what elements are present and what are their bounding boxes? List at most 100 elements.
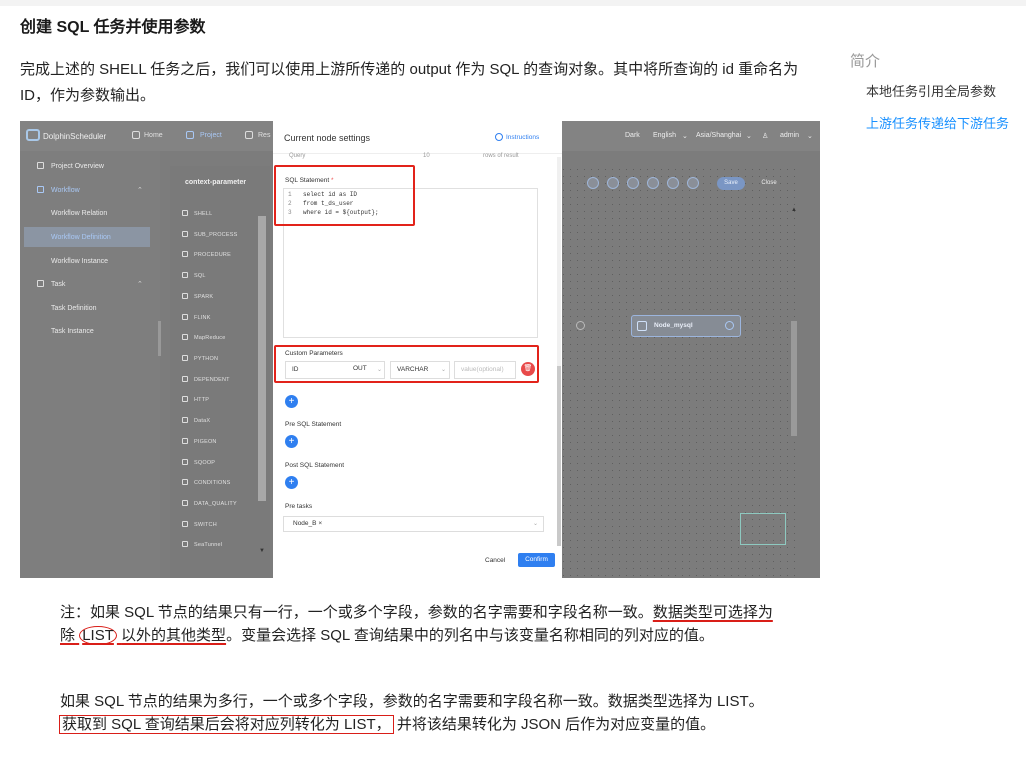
scroll-down-icon[interactable]: ▼ [259, 548, 265, 554]
node-plus-icon[interactable] [576, 321, 585, 330]
drawer-title: Current node settings [284, 133, 371, 143]
top-divider [0, 0, 1026, 6]
chevron-down-icon: ⌄ [533, 521, 539, 527]
query-limit-label: Query [289, 153, 306, 159]
user-menu[interactable]: admin [780, 132, 799, 139]
pre-sql-label: Pre SQL Statement [285, 421, 342, 428]
sidebar-item-workflow[interactable]: Workflow [51, 187, 80, 194]
palette-item-procedure[interactable]: PROCEDURE [194, 252, 231, 258]
save-button[interactable]: Save [717, 177, 745, 190]
palette-item-mapreduce[interactable]: MapReduce [194, 335, 225, 341]
palette-scrollbar[interactable] [258, 216, 266, 501]
nav-resources[interactable]: Res [258, 132, 270, 139]
section-heading: 创建 SQL 任务并使用参数 [20, 19, 206, 36]
note-2-part-a: 如果 SQL 节点的结果为多行，一个或多个字段，参数的名字需要和字段名称一致。数… [60, 693, 764, 710]
canvas-scrollbar[interactable] [791, 321, 797, 436]
workflow-icon [37, 186, 44, 193]
cancel-button[interactable]: Cancel [485, 557, 505, 564]
gear-icon [37, 280, 44, 287]
drawer-scrollbar[interactable] [557, 366, 561, 546]
note-1-part-a: 注：如果 SQL 节点的结果只有一行，一个或多个字段，参数的名字需要和字段名称一… [60, 604, 653, 621]
confirm-button[interactable]: Confirm [518, 553, 555, 567]
fullscreen-icon[interactable] [647, 177, 659, 189]
seatunnel-icon [182, 541, 188, 547]
sidebar-item-task[interactable]: Task [51, 281, 65, 288]
node-plus-icon[interactable] [725, 321, 734, 330]
palette-item-http[interactable]: HTTP [194, 397, 209, 403]
nav-home[interactable]: Home [144, 132, 163, 139]
workflow-name: context-parameter [185, 179, 247, 186]
instructions-link[interactable]: Instructions [506, 134, 539, 141]
palette-item-conditions[interactable]: CONDITIONS [194, 480, 231, 486]
sidebar-item-workflow-instance[interactable]: Workflow Instance [51, 258, 108, 265]
dependent-icon [182, 376, 188, 382]
toc-item-upstream-to-downstream[interactable]: 上游任务传递给下游任务 [866, 113, 1009, 132]
note-2-part-c: 并将该结果转化为 JSON 后作为对应变量的值。 [396, 716, 716, 733]
sidebar-item-task-instance[interactable]: Task Instance [51, 328, 94, 335]
pigeon-icon [182, 438, 188, 444]
palette-item-data-quality[interactable]: DATA_QUALITY [194, 501, 237, 507]
download-icon[interactable] [607, 177, 619, 189]
conditions-icon [182, 479, 188, 485]
sidebar-resize-handle[interactable] [158, 321, 161, 356]
sidebar-item-workflow-definition[interactable]: Workflow Definition [51, 234, 111, 241]
add-post-sql-button[interactable]: + [285, 476, 298, 489]
note-1-circled-list: LIST [79, 626, 117, 645]
toc-title: 简介 [850, 53, 881, 70]
python-icon [182, 355, 188, 361]
dolphinscheduler-screenshot: DolphinScheduler Home Project Res Dark E… [20, 121, 820, 578]
palette-item-shell[interactable]: SHELL [194, 211, 212, 217]
project-icon [186, 131, 194, 139]
add-pre-sql-button[interactable]: + [285, 435, 298, 448]
tag-close-icon[interactable]: × [318, 520, 322, 527]
annotation-box-params [274, 345, 539, 383]
task-palette [170, 166, 270, 578]
chevron-down-icon: ⌄ [807, 133, 813, 140]
palette-item-dependent[interactable]: DEPENDENT [194, 377, 230, 383]
canvas-minimap[interactable] [740, 513, 786, 545]
palette-item-sqoop[interactable]: SQOOP [194, 460, 215, 466]
language-select[interactable]: English [653, 132, 676, 139]
close-button[interactable]: Close [755, 177, 783, 190]
palette-item-sub-process[interactable]: SUB_PROCESS [194, 232, 237, 238]
dag-node-label: Node_mysql [654, 322, 693, 329]
theme-toggle[interactable]: Dark [625, 132, 640, 139]
add-param-button[interactable]: + [285, 395, 298, 408]
sidebar-item-task-definition[interactable]: Task Definition [51, 305, 97, 312]
timezone-select[interactable]: Asia/Shanghai [696, 132, 741, 139]
search-icon[interactable] [587, 177, 599, 189]
palette-item-switch[interactable]: SWITCH [194, 522, 217, 528]
palette-item-flink[interactable]: FLINK [194, 315, 211, 321]
palette-item-pigeon[interactable]: PIGEON [194, 439, 217, 445]
palette-item-python[interactable]: PYTHON [194, 356, 218, 362]
info-icon[interactable] [687, 177, 699, 189]
chevron-down-icon: ⌄ [746, 133, 752, 140]
pre-task-tag: Node_B [293, 520, 317, 527]
chevron-up-icon: ⌃ [137, 187, 143, 194]
nav-project[interactable]: Project [200, 132, 222, 139]
intro-paragraph: 完成上述的 SHELL 任务之后，我们可以使用上游所传递的 output 作为 … [20, 61, 799, 104]
annotation-box-sql [274, 165, 415, 226]
brand-name: DolphinScheduler [43, 132, 107, 141]
note-1-part-e: 。变量会选择 SQL 查询结果中的列名中与该变量名称相同的列对应的值。 [226, 627, 714, 644]
sqoop-icon [182, 459, 188, 465]
query-limit-value[interactable]: 10 [423, 153, 430, 159]
sidebar-item-project-overview[interactable]: Project Overview [51, 163, 104, 170]
pre-tasks-select[interactable]: Node_B × [283, 516, 544, 532]
sidebar-item-workflow-relation[interactable]: Workflow Relation [51, 210, 107, 217]
folder-icon [245, 131, 253, 139]
question-icon [495, 133, 503, 141]
chevron-down-icon: ⌄ [682, 133, 688, 140]
palette-item-sql[interactable]: SQL [194, 273, 206, 279]
format-icon[interactable] [667, 177, 679, 189]
palette-item-seatunnel[interactable]: SeaTunnel [194, 542, 222, 548]
scroll-up-icon[interactable]: ▲ [791, 207, 797, 213]
sql-node-icon [637, 321, 647, 331]
data-quality-icon [182, 500, 188, 506]
note-single-row: 注：如果 SQL 节点的结果只有一行，一个或多个字段，参数的名字需要和字段名称一… [60, 601, 780, 647]
home-icon [132, 131, 140, 139]
palette-item-datax[interactable]: DataX [194, 418, 210, 424]
toc-item-global-params[interactable]: 本地任务引用全局参数 [866, 81, 996, 100]
delete-icon[interactable] [627, 177, 639, 189]
palette-item-spark[interactable]: SPARK [194, 294, 213, 300]
